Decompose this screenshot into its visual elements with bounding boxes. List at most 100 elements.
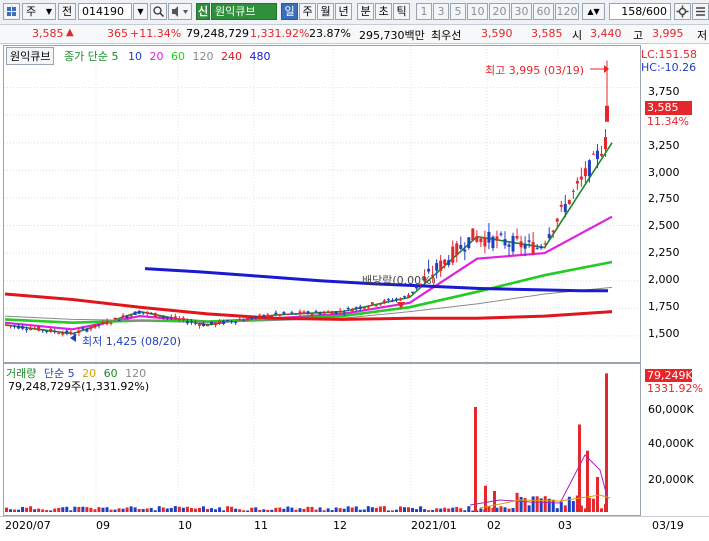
candle-body bbox=[89, 328, 93, 330]
candle-body bbox=[226, 319, 230, 322]
candle-body bbox=[407, 295, 411, 297]
candle-body bbox=[262, 314, 266, 317]
candle-body bbox=[101, 321, 105, 325]
x-tick: 03/19 bbox=[652, 519, 684, 532]
volume-bar bbox=[230, 506, 234, 512]
price-tick: 3,250 bbox=[648, 139, 680, 152]
volume-bar bbox=[137, 508, 141, 512]
volume-bar bbox=[37, 508, 41, 512]
volume-bar bbox=[101, 507, 105, 512]
volume-spike-bar bbox=[484, 485, 487, 512]
candle-body bbox=[113, 317, 117, 319]
low-pointer-arrow bbox=[70, 334, 76, 342]
volume-bar bbox=[282, 508, 286, 512]
volume-bar bbox=[242, 510, 246, 512]
volume-bar bbox=[149, 507, 153, 512]
candle-body bbox=[358, 306, 362, 309]
price-tick: 2,500 bbox=[648, 219, 680, 232]
candle-body bbox=[483, 237, 487, 247]
price-legend: 원익큐브 종가 단순 5 10 20 60 120 240 480 bbox=[6, 47, 270, 65]
volume-bar bbox=[53, 508, 57, 512]
candle-body bbox=[411, 291, 415, 293]
candle-body bbox=[129, 315, 133, 317]
candle-body bbox=[242, 319, 246, 321]
volume-bar bbox=[61, 507, 65, 512]
volume-bar bbox=[599, 508, 603, 512]
volume-bar bbox=[354, 506, 358, 512]
volume-bar bbox=[73, 506, 77, 512]
volume-bar bbox=[41, 509, 45, 512]
legend-ma120: 120 bbox=[192, 50, 214, 63]
candle-body bbox=[254, 316, 258, 318]
legend-stock-name[interactable]: 원익큐브 bbox=[6, 47, 55, 65]
candle-body bbox=[591, 153, 595, 155]
candle-body bbox=[181, 317, 185, 321]
volume-bar bbox=[69, 510, 73, 512]
candle-body bbox=[278, 314, 282, 316]
candle-body bbox=[9, 325, 13, 327]
volume-bar bbox=[177, 506, 181, 512]
candle-body bbox=[149, 312, 153, 314]
candle-body bbox=[13, 325, 17, 327]
volume-bar bbox=[222, 510, 226, 512]
volume-bar bbox=[479, 508, 483, 512]
volume-bar bbox=[527, 505, 531, 512]
volume-bar bbox=[346, 506, 350, 512]
volume-bar bbox=[133, 507, 137, 512]
candle-body bbox=[105, 321, 109, 325]
candle-body bbox=[394, 298, 398, 300]
volume-bar bbox=[294, 509, 298, 512]
volume-bar bbox=[201, 506, 205, 512]
candle-body bbox=[439, 260, 443, 271]
volume-bar bbox=[451, 507, 455, 512]
x-tick: 09 bbox=[96, 519, 110, 532]
volume-bar bbox=[214, 509, 218, 512]
candle-body bbox=[197, 324, 201, 326]
volume-bar bbox=[206, 508, 210, 512]
candle-body bbox=[173, 316, 177, 319]
volume-bar bbox=[113, 509, 117, 512]
candle-body bbox=[579, 176, 583, 180]
volume-bar bbox=[358, 509, 362, 512]
candle-body bbox=[85, 328, 89, 332]
volume-summary: 79,248,729주(1,331.92%) bbox=[8, 380, 150, 393]
candle-body bbox=[189, 321, 193, 323]
candle-body bbox=[141, 312, 145, 314]
candle-body bbox=[511, 235, 515, 252]
volume-bar bbox=[443, 507, 447, 512]
candle-body bbox=[563, 203, 567, 212]
volume-bar bbox=[81, 506, 85, 512]
volume-bar bbox=[382, 506, 386, 512]
candle-body bbox=[125, 315, 129, 319]
candle-body bbox=[559, 204, 563, 207]
volume-bar bbox=[507, 508, 511, 512]
price-tick: 1,500 bbox=[648, 327, 680, 340]
candle-body bbox=[206, 324, 210, 327]
volume-bar bbox=[13, 509, 17, 512]
volume-bar bbox=[326, 508, 330, 512]
volume-bar bbox=[93, 509, 97, 512]
volume-bar bbox=[197, 507, 201, 512]
candle-body bbox=[49, 328, 53, 333]
volume-bar bbox=[322, 510, 326, 512]
volume-bar bbox=[455, 506, 459, 512]
volume-bar bbox=[17, 509, 21, 512]
volume-bar bbox=[141, 509, 145, 512]
volume-bar bbox=[402, 507, 406, 512]
x-tick: 03 bbox=[558, 519, 572, 532]
x-tick: 2021/01 bbox=[411, 519, 457, 532]
volume-bar bbox=[318, 507, 322, 512]
volume-bar bbox=[366, 506, 370, 512]
price-tick: 3,750 bbox=[648, 85, 680, 98]
candle-body bbox=[575, 180, 579, 184]
volume-bar bbox=[419, 506, 423, 512]
candle-body bbox=[535, 247, 539, 249]
volume-bar bbox=[57, 507, 61, 512]
volume-bar bbox=[278, 507, 282, 512]
candle-body bbox=[390, 300, 394, 302]
volume-bar bbox=[165, 508, 169, 512]
x-tick: 2020/07 bbox=[5, 519, 51, 532]
candle-body bbox=[398, 298, 402, 301]
volume-bar bbox=[435, 508, 439, 512]
candle-body bbox=[169, 317, 173, 319]
